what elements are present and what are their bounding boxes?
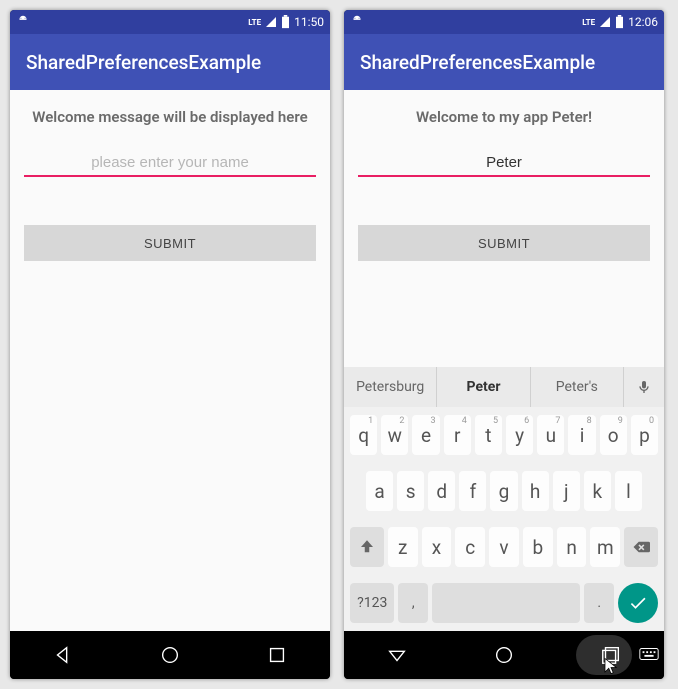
welcome-message: Welcome message will be displayed here bbox=[32, 108, 307, 126]
key-j[interactable]: j bbox=[553, 471, 580, 511]
clock-label: 11:50 bbox=[294, 15, 324, 29]
battery-icon bbox=[281, 15, 290, 29]
period-key[interactable]: . bbox=[584, 583, 614, 623]
signal-icon bbox=[265, 16, 277, 28]
key-l[interactable]: l bbox=[615, 471, 642, 511]
key-z[interactable]: z bbox=[388, 527, 418, 567]
key-p[interactable]: p0 bbox=[631, 415, 658, 455]
comma-key[interactable]: , bbox=[398, 583, 428, 623]
key-row-4: ?123 , . bbox=[344, 575, 664, 631]
key-y[interactable]: y6 bbox=[506, 415, 533, 455]
nav-home-button[interactable] bbox=[480, 631, 528, 679]
key-h[interactable]: h bbox=[522, 471, 549, 511]
app-screen: Welcome to my app Peter! SUBMIT Petersbu… bbox=[344, 90, 664, 631]
app-title: SharedPreferencesExample bbox=[26, 51, 261, 74]
backspace-key[interactable] bbox=[624, 527, 658, 567]
status-bar: LTE 12:06 bbox=[344, 10, 664, 34]
key-o[interactable]: o9 bbox=[600, 415, 627, 455]
key-k[interactable]: k bbox=[584, 471, 611, 511]
app-bar: SharedPreferencesExample bbox=[344, 34, 664, 90]
name-input[interactable] bbox=[358, 148, 650, 177]
key-t[interactable]: t5 bbox=[475, 415, 502, 455]
shift-key[interactable] bbox=[350, 527, 384, 567]
name-input[interactable] bbox=[24, 148, 316, 177]
clock-label: 12:06 bbox=[628, 15, 658, 29]
mouse-cursor-icon bbox=[602, 655, 620, 677]
lte-label: LTE bbox=[248, 18, 261, 27]
status-bar: LTE 11:50 bbox=[10, 10, 330, 34]
key-v[interactable]: v bbox=[489, 527, 519, 567]
key-e[interactable]: e3 bbox=[412, 415, 439, 455]
app-bar: SharedPreferencesExample bbox=[10, 34, 330, 90]
key-f[interactable]: f bbox=[459, 471, 486, 511]
navigation-bar bbox=[10, 631, 330, 679]
app-title: SharedPreferencesExample bbox=[360, 51, 595, 74]
suggestion-bar: Petersburg Peter Peter's bbox=[344, 367, 664, 407]
suggestion-item[interactable]: Peter bbox=[437, 367, 530, 407]
signal-icon bbox=[599, 16, 611, 28]
suggestion-item[interactable]: Petersburg bbox=[344, 367, 437, 407]
key-m[interactable]: m bbox=[590, 527, 620, 567]
nav-recents-button[interactable] bbox=[253, 631, 301, 679]
enter-key[interactable] bbox=[618, 583, 658, 623]
welcome-message: Welcome to my app Peter! bbox=[416, 108, 592, 126]
lte-label: LTE bbox=[582, 18, 595, 27]
key-x[interactable]: x bbox=[422, 527, 452, 567]
key-u[interactable]: u7 bbox=[537, 415, 564, 455]
submit-button[interactable]: SUBMIT bbox=[358, 225, 650, 261]
key-b[interactable]: b bbox=[523, 527, 553, 567]
submit-button[interactable]: SUBMIT bbox=[24, 225, 316, 261]
key-w[interactable]: w2 bbox=[381, 415, 408, 455]
key-c[interactable]: c bbox=[455, 527, 485, 567]
nav-home-button[interactable] bbox=[146, 631, 194, 679]
mic-icon[interactable] bbox=[624, 367, 664, 407]
keyboard-toggle-icon[interactable] bbox=[638, 643, 660, 665]
key-n[interactable]: n bbox=[557, 527, 587, 567]
key-d[interactable]: d bbox=[428, 471, 455, 511]
suggestion-item[interactable]: Peter's bbox=[531, 367, 624, 407]
key-i[interactable]: i8 bbox=[568, 415, 595, 455]
key-s[interactable]: s bbox=[397, 471, 424, 511]
soft-keyboard: Petersburg Peter Peter's q1w2e3r4t5y6u7i… bbox=[344, 367, 664, 631]
key-q[interactable]: q1 bbox=[350, 415, 377, 455]
key-r[interactable]: r4 bbox=[444, 415, 471, 455]
key-row-3: zxcvbnm bbox=[344, 519, 664, 575]
device-right: LTE 12:06 SharedPreferencesExample Welco… bbox=[344, 10, 664, 679]
spacebar-key[interactable] bbox=[432, 583, 580, 623]
device-left: LTE 11:50 SharedPreferencesExample Welco… bbox=[10, 10, 330, 679]
nav-back-button[interactable] bbox=[373, 631, 421, 679]
symbols-key[interactable]: ?123 bbox=[350, 583, 394, 623]
android-head-icon bbox=[350, 14, 364, 31]
key-g[interactable]: g bbox=[490, 471, 517, 511]
key-row-1: q1w2e3r4t5y6u7i8o9p0 bbox=[344, 407, 664, 463]
battery-icon bbox=[615, 15, 624, 29]
navigation-bar bbox=[344, 631, 664, 679]
android-head-icon bbox=[16, 14, 30, 31]
key-row-2: asdfghjkl bbox=[344, 463, 664, 519]
key-a[interactable]: a bbox=[366, 471, 393, 511]
nav-back-button[interactable] bbox=[39, 631, 87, 679]
app-screen: Welcome message will be displayed here S… bbox=[10, 90, 330, 631]
